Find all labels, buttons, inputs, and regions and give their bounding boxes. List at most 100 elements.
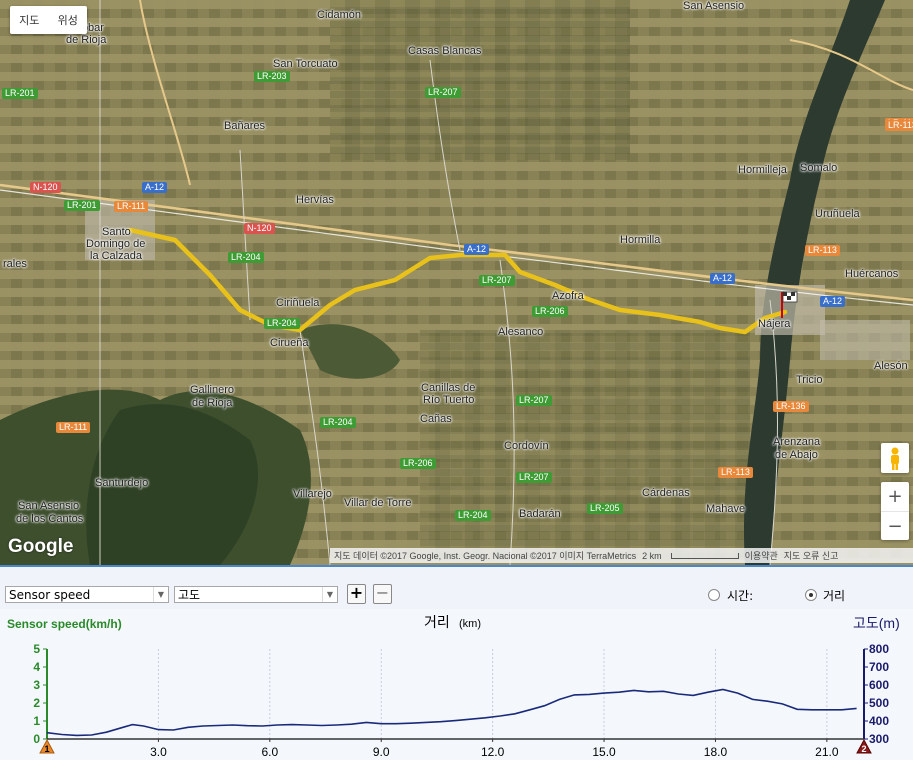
road-shield: LR-136 <box>773 401 809 412</box>
right-tick-label: 300 <box>869 732 889 746</box>
place-label: Río Tuerto <box>423 394 475 406</box>
place-label: San Asensio <box>683 0 745 12</box>
road-shield: LR-111 <box>56 422 91 433</box>
place-label: Ciriñuela <box>276 297 320 309</box>
road-shield: A-12 <box>142 182 168 193</box>
place-label: Villarejo <box>293 488 332 500</box>
road-shield: LR-204 <box>455 510 491 521</box>
zoom-control: + − <box>881 482 909 540</box>
x-tick-label: 6.0 <box>261 745 278 759</box>
road-shield: LR-113 <box>885 120 913 131</box>
road-shield: LR-204 <box>264 318 300 329</box>
place-label: Huércanos <box>845 268 899 280</box>
road-shield: LR-201 <box>64 200 100 211</box>
map-view[interactable]: Cidamón Cobar de Rioja San Torcuato Casas Bl… <box>0 0 913 565</box>
chart-center-title: 거리 <box>424 614 450 630</box>
graph-toolbar: Sensor speed ▼ 고도 ▼ + − 시간: 거리 <box>0 567 913 609</box>
place-label: de Rioja <box>66 34 107 46</box>
elevation-series-line <box>46 688 857 737</box>
report-error-link[interactable]: 지도 오류 신고 <box>784 549 839 562</box>
place-label: Badarán <box>519 508 561 520</box>
right-tick-label: 400 <box>869 714 889 728</box>
place-label: Villar de Torre <box>344 497 412 509</box>
place-label: Bañares <box>224 120 265 132</box>
end-marker-label: 2 <box>861 744 866 754</box>
chevron-down-icon: ▼ <box>153 587 168 602</box>
right-tick-label: 500 <box>869 696 889 710</box>
place-label: Alesanco <box>498 326 544 338</box>
road-shield: A-12 <box>464 244 490 255</box>
place-label: Santurdejo <box>95 477 149 489</box>
place-label: Hormilleja <box>738 164 787 176</box>
road-shield: A-12 <box>820 296 846 307</box>
place-label: Cárdenas <box>642 487 690 499</box>
map-attribution: 지도 데이터 ©2017 Google, Inst. Geogr. Nacion… <box>330 548 913 563</box>
place-label: rales <box>3 258 27 270</box>
left-tick-label: 5 <box>33 642 40 656</box>
place-label: la Calzada <box>90 250 142 262</box>
x-tick-label: 12.0 <box>481 745 505 759</box>
map-type-control[interactable]: 지도 위성 <box>10 6 87 34</box>
left-tick-label: 1 <box>33 714 40 728</box>
place-label: de Abajo <box>775 449 818 461</box>
place-label: Casas Blancas <box>408 45 482 57</box>
road-shield: LR-207 <box>479 275 515 286</box>
road-shield: N-120 <box>244 223 275 234</box>
graph-panel: Sensor speed ▼ 고도 ▼ + − 시간: 거리 Sensor sp… <box>0 565 913 760</box>
time-radio[interactable] <box>708 589 720 601</box>
place-label: Mahave <box>706 503 746 515</box>
place-label: Alesón <box>874 360 908 372</box>
place-label: San Torcuato <box>273 58 338 70</box>
start-marker-label: 1 <box>44 744 49 754</box>
remove-series-button[interactable]: − <box>373 584 392 604</box>
place-label: Domingo de <box>86 238 146 250</box>
zoom-in-button[interactable]: + <box>881 482 909 512</box>
x-tick-label: 21.0 <box>815 745 839 759</box>
place-label: de Rioja <box>192 397 233 409</box>
series1-select-value: Sensor speed <box>9 588 91 602</box>
distance-radio-label: 거리 <box>823 589 846 603</box>
zoom-out-button[interactable]: − <box>881 512 909 541</box>
road-shield: LR-205 <box>587 503 623 514</box>
place-label: Nájera <box>758 318 791 330</box>
map-type-satellite-button[interactable]: 위성 <box>49 12 88 28</box>
place-label: Cordovín <box>504 440 549 452</box>
left-tick-label: 0 <box>33 732 40 746</box>
road-shield: LR-204 <box>228 252 264 263</box>
left-tick-label: 3 <box>33 678 40 692</box>
google-logo: Google <box>8 536 74 557</box>
pegman-street-view-button[interactable] <box>881 443 909 473</box>
place-label: de los Cantos <box>16 513 84 525</box>
x-tick-label: 3.0 <box>150 745 167 759</box>
place-label: Cañas <box>420 413 452 425</box>
scale-label: 2 km <box>642 550 662 561</box>
road-shield: LR-206 <box>532 306 568 317</box>
pegman-icon <box>891 447 899 470</box>
place-label: Hormilla <box>620 234 661 246</box>
terms-link[interactable]: 이용약관 <box>745 549 778 562</box>
road-shield: A-12 <box>710 273 736 284</box>
right-tick-label: 600 <box>869 678 889 692</box>
place-label: Gallinero <box>190 384 235 396</box>
series1-select[interactable]: Sensor speed ▼ <box>5 586 169 603</box>
chart-right-title: 고도(m) <box>853 615 900 631</box>
distance-radio[interactable] <box>805 589 817 601</box>
place-label: Hervías <box>296 194 334 206</box>
right-tick-label: 700 <box>869 660 889 674</box>
road-shield: LR-207 <box>516 472 552 483</box>
road-shield: LR-207 <box>516 395 552 406</box>
place-label: Azofra <box>552 290 584 302</box>
series2-select[interactable]: 고도 ▼ <box>174 586 338 603</box>
x-tick-label: 9.0 <box>373 745 390 759</box>
chevron-down-icon: ▼ <box>322 587 337 602</box>
add-series-button[interactable]: + <box>347 584 366 604</box>
road-shield: LR-203 <box>254 71 290 82</box>
attribution-text: 지도 데이터 ©2017 Google, Inst. Geogr. Nacion… <box>334 551 637 561</box>
place-label: Santo <box>102 226 131 238</box>
x-tick-label: 18.0 <box>704 745 728 759</box>
place-label: San Asensio <box>18 500 80 512</box>
road-shield: LR-113 <box>805 245 840 256</box>
chart-center-unit: (km) <box>459 618 481 630</box>
elevation-chart[interactable]: Sensor speed(km/h) 거리 (km) 고도(m) 0123453… <box>0 609 913 760</box>
map-type-map-button[interactable]: 지도 <box>10 12 49 28</box>
